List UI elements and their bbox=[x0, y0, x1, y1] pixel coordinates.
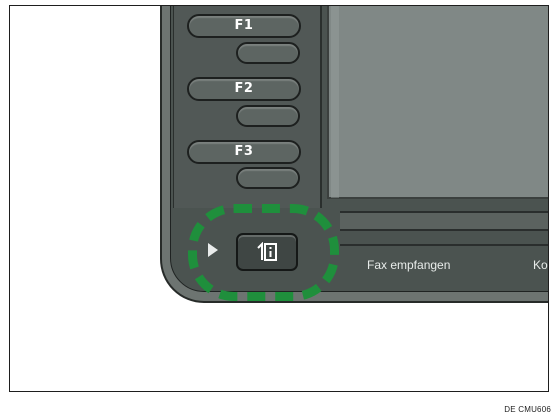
communication-indicator: Kom bbox=[533, 258, 548, 272]
illustration-frame: F1 F2 F3 Fax empfangen Kom bbox=[9, 5, 549, 392]
touch-screen[interactable] bbox=[327, 6, 548, 199]
highlight-ring bbox=[188, 204, 339, 301]
function-key-f3[interactable]: F3 bbox=[187, 140, 301, 164]
function-key-f3-lower[interactable] bbox=[236, 167, 300, 189]
fax-received-indicator: Fax empfangen bbox=[367, 258, 451, 272]
image-caption: DE CMU606 bbox=[504, 405, 551, 414]
function-key-label: F2 bbox=[234, 81, 254, 96]
panel-divider bbox=[340, 244, 548, 246]
function-key-label: F3 bbox=[234, 144, 254, 159]
status-strip bbox=[340, 211, 548, 231]
function-key-label: F1 bbox=[234, 18, 254, 33]
function-key-f1-lower[interactable] bbox=[236, 42, 300, 64]
function-key-f2-lower[interactable] bbox=[236, 105, 300, 127]
screen-bevel bbox=[331, 6, 339, 198]
function-key-f1[interactable]: F1 bbox=[187, 14, 301, 38]
function-key-f2[interactable]: F2 bbox=[187, 77, 301, 101]
